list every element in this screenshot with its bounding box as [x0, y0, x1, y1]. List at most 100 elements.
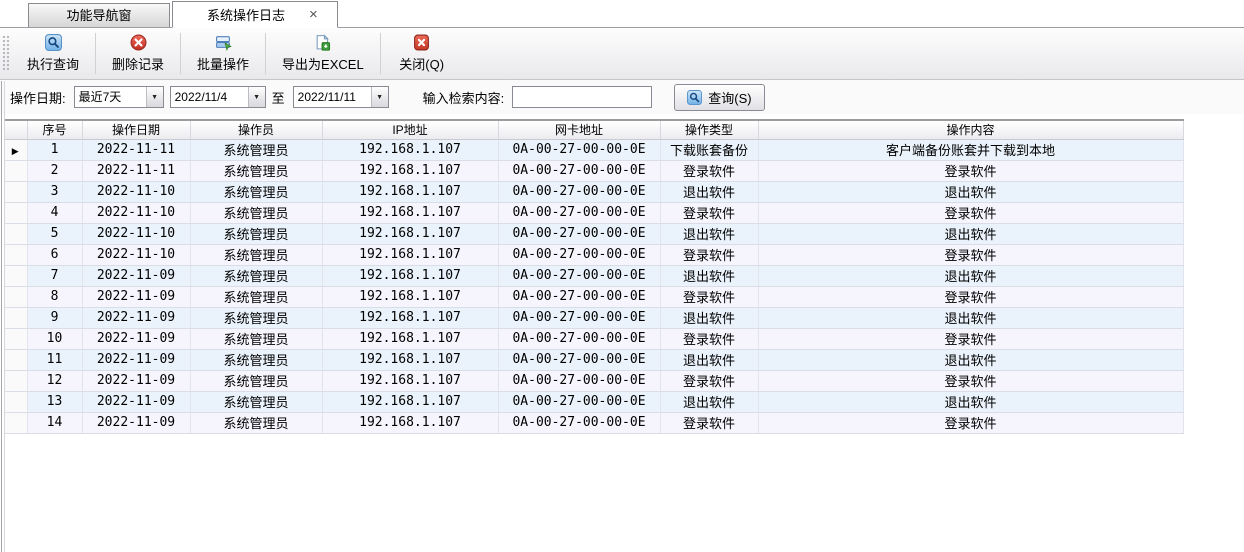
cell-operator: 系统管理员	[190, 181, 322, 202]
column-header[interactable]: 序号	[27, 120, 82, 139]
table-row[interactable]: 132022-11-09系统管理员192.168.1.1070A-00-27-0…	[4, 391, 1183, 412]
cell-seq: 12	[27, 370, 82, 391]
cell-content: 登录软件	[758, 370, 1183, 391]
cell-date: 2022-11-09	[82, 349, 190, 370]
column-header[interactable]: 操作内容	[758, 120, 1183, 139]
column-header[interactable]: 网卡地址	[498, 120, 660, 139]
cell-seq: 4	[27, 202, 82, 223]
table-row[interactable]: 72022-11-09系统管理员192.168.1.1070A-00-27-00…	[4, 265, 1183, 286]
row-selector-cell[interactable]	[4, 328, 27, 349]
chevron-down-icon[interactable]: ▼	[248, 87, 265, 107]
batch-operation-button[interactable]: 批量操作	[184, 28, 262, 79]
cell-type: 登录软件	[660, 244, 758, 265]
row-selector-cell[interactable]	[4, 307, 27, 328]
cell-content: 退出软件	[758, 349, 1183, 370]
cell-content: 客户端备份账套并下载到本地	[758, 139, 1183, 160]
delete-icon	[130, 34, 147, 51]
search-input[interactable]	[512, 86, 652, 108]
cell-seq: 6	[27, 244, 82, 265]
panel-left-border	[1, 81, 2, 552]
table-row[interactable]: 92022-11-09系统管理员192.168.1.1070A-00-27-00…	[4, 307, 1183, 328]
cell-date: 2022-11-10	[82, 202, 190, 223]
table-row[interactable]: 82022-11-09系统管理员192.168.1.1070A-00-27-00…	[4, 286, 1183, 307]
cell-mac: 0A-00-27-00-00-0E	[498, 349, 660, 370]
date-to-picker[interactable]: 2022/11/11 ▼	[293, 86, 389, 108]
cell-content: 退出软件	[758, 391, 1183, 412]
row-selector-cell[interactable]: ▶	[4, 139, 27, 160]
chevron-down-icon[interactable]: ▼	[371, 87, 388, 107]
table-row[interactable]: 22022-11-11系统管理员192.168.1.1070A-00-27-00…	[4, 160, 1183, 181]
row-selector-cell[interactable]	[4, 181, 27, 202]
tab-system-operation-log[interactable]: 系统操作日志 ×	[172, 1, 338, 28]
button-label: 删除记录	[112, 54, 164, 73]
column-header[interactable]: 操作类型	[660, 120, 758, 139]
table-row[interactable]: 102022-11-09系统管理员192.168.1.1070A-00-27-0…	[4, 328, 1183, 349]
query-button[interactable]: 查询(S)	[674, 84, 764, 111]
execute-query-button[interactable]: 执行查询	[14, 28, 92, 79]
row-selector-cell[interactable]	[4, 391, 27, 412]
cell-date: 2022-11-09	[82, 286, 190, 307]
button-label: 导出为EXCEL	[282, 54, 364, 73]
cell-type: 退出软件	[660, 265, 758, 286]
row-selector-cell[interactable]	[4, 265, 27, 286]
date-from-value: 2022/11/4	[171, 87, 248, 107]
column-header[interactable]: IP地址	[322, 120, 498, 139]
search-icon	[687, 90, 702, 105]
column-header[interactable]: 操作员	[190, 120, 322, 139]
table-row[interactable]: 112022-11-09系统管理员192.168.1.1070A-00-27-0…	[4, 349, 1183, 370]
toolbar-separator	[380, 33, 381, 74]
delete-record-button[interactable]: 删除记录	[99, 28, 177, 79]
cell-mac: 0A-00-27-00-00-0E	[498, 307, 660, 328]
column-header[interactable]: 操作日期	[82, 120, 190, 139]
selected-row-arrow-icon: ▶	[12, 146, 19, 156]
cell-mac: 0A-00-27-00-00-0E	[498, 286, 660, 307]
date-range-value: 最近7天	[75, 87, 146, 107]
cell-ip: 192.168.1.107	[322, 139, 498, 160]
close-button[interactable]: 关闭(Q)	[384, 28, 460, 79]
row-selector-cell[interactable]	[4, 370, 27, 391]
table-row[interactable]: 142022-11-09系统管理员192.168.1.1070A-00-27-0…	[4, 412, 1183, 433]
cell-ip: 192.168.1.107	[322, 349, 498, 370]
row-selector-cell[interactable]	[4, 202, 27, 223]
table-row[interactable]: 42022-11-10系统管理员192.168.1.1070A-00-27-00…	[4, 202, 1183, 223]
table-row[interactable]: 32022-11-10系统管理员192.168.1.1070A-00-27-00…	[4, 181, 1183, 202]
row-selector-cell[interactable]	[4, 286, 27, 307]
cell-mac: 0A-00-27-00-00-0E	[498, 391, 660, 412]
table-row[interactable]: ▶12022-11-11系统管理员192.168.1.1070A-00-27-0…	[4, 139, 1183, 160]
tab-function-navigation[interactable]: 功能导航窗	[28, 3, 170, 27]
date-from-picker[interactable]: 2022/11/4 ▼	[170, 86, 266, 108]
cell-seq: 10	[27, 328, 82, 349]
table-row[interactable]: 62022-11-10系统管理员192.168.1.1070A-00-27-00…	[4, 244, 1183, 265]
cell-type: 登录软件	[660, 286, 758, 307]
chevron-down-icon[interactable]: ▼	[146, 87, 163, 107]
cell-seq: 8	[27, 286, 82, 307]
table-row[interactable]: 52022-11-10系统管理员192.168.1.1070A-00-27-00…	[4, 223, 1183, 244]
cell-operator: 系统管理员	[190, 244, 322, 265]
row-selector-cell[interactable]	[4, 223, 27, 244]
toolbar-grip-handle[interactable]	[2, 35, 10, 72]
export-excel-button[interactable]: 导出为EXCEL	[269, 28, 377, 79]
row-selector-cell[interactable]	[4, 160, 27, 181]
row-selector-cell[interactable]	[4, 349, 27, 370]
cell-date: 2022-11-09	[82, 265, 190, 286]
cell-type: 退出软件	[660, 349, 758, 370]
search-content-label: 输入检索内容:	[423, 88, 505, 107]
cell-mac: 0A-00-27-00-00-0E	[498, 412, 660, 433]
toolbar-separator	[180, 33, 181, 74]
table-row[interactable]: 122022-11-09系统管理员192.168.1.1070A-00-27-0…	[4, 370, 1183, 391]
row-selector-cell[interactable]	[4, 412, 27, 433]
cell-operator: 系统管理员	[190, 391, 322, 412]
cell-content: 退出软件	[758, 265, 1183, 286]
tab-label: 系统操作日志	[207, 5, 285, 24]
row-selector-cell[interactable]	[4, 244, 27, 265]
date-to-value: 2022/11/11	[294, 87, 371, 107]
app-window: 功能导航窗 系统操作日志 × 执行查询	[0, 0, 1244, 552]
cell-content: 退出软件	[758, 307, 1183, 328]
cell-content: 登录软件	[758, 412, 1183, 433]
date-range-select[interactable]: 最近7天 ▼	[74, 86, 164, 108]
tab-close-icon[interactable]: ×	[307, 7, 320, 22]
cell-date: 2022-11-09	[82, 328, 190, 349]
cell-type: 下载账套备份	[660, 139, 758, 160]
cell-ip: 192.168.1.107	[322, 286, 498, 307]
cell-date: 2022-11-10	[82, 223, 190, 244]
